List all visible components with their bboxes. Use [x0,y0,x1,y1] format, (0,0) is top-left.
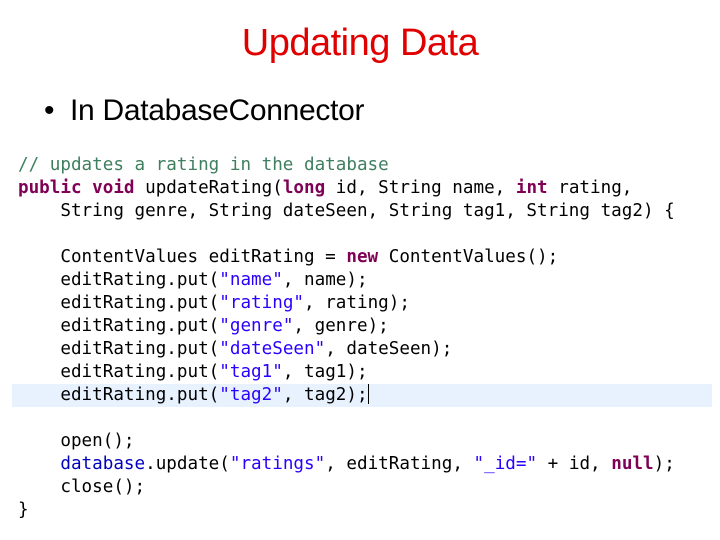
bullet-item: • In DatabaseConnector [44,94,365,128]
code-string: "_id=" [473,454,538,474]
code-text: .update( [145,454,230,474]
code-text: ContentValues editRating = [18,247,347,267]
code-text: updateRating( [134,178,283,198]
code-keyword: int [515,178,548,198]
bullet-text: In DatabaseConnector [70,94,365,127]
code-keyword: public [18,178,82,198]
code-text: String genre, String dateSeen, String ta… [18,201,675,221]
code-text: rating, [547,178,633,198]
code-text: + id, [537,454,612,474]
code-text: ); [653,454,675,474]
bullet-marker-icon: • [44,94,55,127]
code-text: editRating.put( [18,385,220,405]
code-text: , name); [282,270,368,290]
code-text: open(); [18,431,135,451]
code-text: , tag1); [282,362,368,382]
code-text: editRating.put( [18,362,220,382]
code-text: , tag2); [282,385,368,405]
code-string: "dateSeen" [219,339,326,359]
code-text: , genre); [293,316,389,336]
code-text: } [18,500,29,520]
code-field: database [60,454,146,474]
code-text: id, String name, [325,178,516,198]
text-cursor [367,384,369,404]
code-line[interactable]: editRating.put("genre", genre); [18,315,712,338]
code-keyword: new [346,247,379,267]
slide-title: Updating Data [241,22,479,64]
code-line[interactable]: public void updateRating(long id, String… [18,177,712,200]
code-keyword: void [92,178,135,198]
code-line[interactable]: open(); [18,430,712,453]
code-text: editRating.put( [18,293,220,313]
code-line-current[interactable]: editRating.put("tag2", tag2); [12,384,712,407]
code-text: ContentValues(); [378,247,559,267]
code-comment: // updates a rating in the database [18,155,389,175]
code-keyword: long [282,178,326,198]
code-text: , dateSeen); [325,339,453,359]
code-line[interactable]: editRating.put("name", name); [18,269,712,292]
code-line[interactable]: } [18,499,712,522]
code-string: "genre" [219,316,294,336]
code-line[interactable]: database.update("ratings", editRating, "… [18,453,712,476]
code-text: close(); [18,477,146,497]
code-line[interactable]: String genre, String dateSeen, String ta… [18,200,712,223]
code-line[interactable]: editRating.put("dateSeen", dateSeen); [18,338,712,361]
code-line[interactable] [18,223,712,246]
code-string: "tag1" [219,362,283,382]
code-string: "ratings" [229,454,326,474]
code-keyword: null [611,454,654,474]
code-line[interactable]: editRating.put("rating", rating); [18,292,712,315]
code-text: editRating.put( [18,316,220,336]
code-string: "rating" [219,293,305,313]
code-line[interactable]: ContentValues editRating = new ContentVa… [18,246,712,269]
code-line[interactable]: close(); [18,476,712,499]
code-line[interactable]: // updates a rating in the database [18,154,712,177]
code-editor[interactable]: // updates a rating in the database publi… [12,154,712,522]
code-text: , rating); [304,293,410,313]
code-line[interactable]: editRating.put("tag1", tag1); [18,361,712,384]
code-line[interactable] [18,407,712,430]
code-string: "tag2" [219,385,283,405]
code-text: editRating.put( [18,339,220,359]
code-text: , editRating, [325,454,474,474]
code-text: editRating.put( [18,270,220,290]
code-string: "name" [219,270,283,290]
